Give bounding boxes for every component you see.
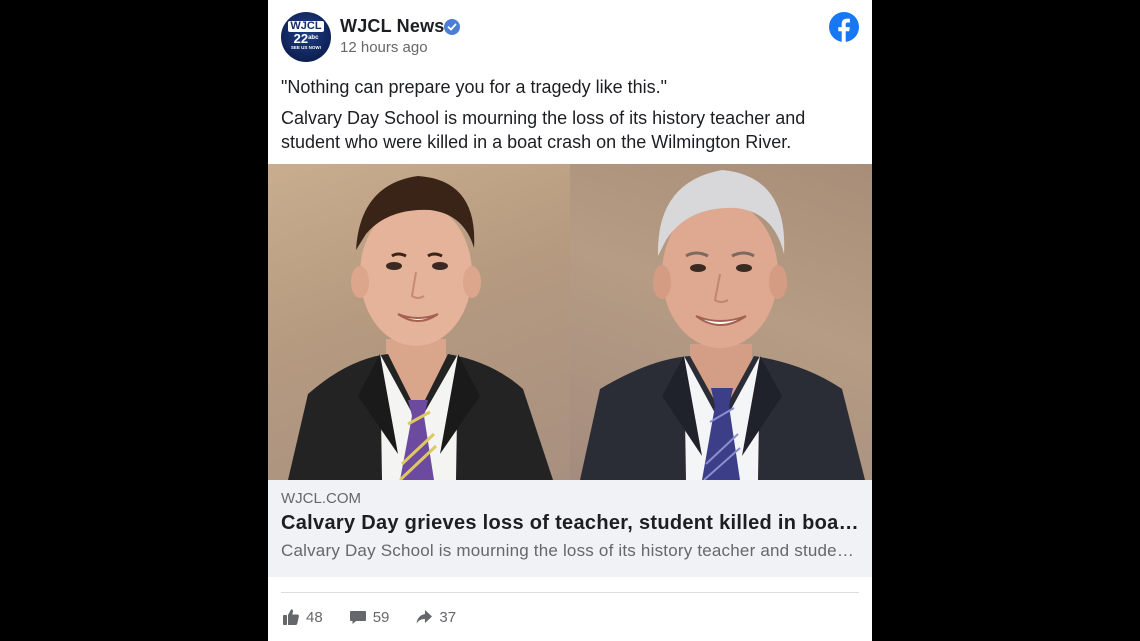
like-count: 48 [306, 608, 323, 626]
comment-bubble-icon [349, 611, 366, 624]
avatar-logo-tagline: SEE US NOW! [290, 44, 322, 50]
page-avatar[interactable]: WJCL 22abc SEE US NOW! [281, 12, 331, 62]
link-preview-domain: WJCL.COM [281, 490, 361, 507]
page-name[interactable]: WJCL News [340, 16, 445, 37]
post-quote: "Nothing can prepare you for a tragedy l… [281, 77, 667, 97]
comment-action[interactable]: 59 [349, 608, 390, 626]
facebook-post-card: WJCL 22abc SEE US NOW! WJCL News 12 hour… [268, 0, 872, 641]
student-portrait-image [268, 164, 570, 480]
facebook-icon[interactable] [829, 12, 859, 42]
link-preview-description: Calvary Day School is mourning the loss … [281, 541, 859, 560]
avatar-logo-number: 22abc [293, 30, 319, 46]
post-photo[interactable] [268, 164, 872, 480]
share-action[interactable]: 37 [415, 608, 456, 626]
post-header: WJCL 22abc SEE US NOW! WJCL News 12 hour… [268, 0, 872, 66]
teacher-portrait-image [570, 164, 872, 480]
comment-count: 59 [372, 608, 390, 626]
engagement-bar: 48 59 37 [282, 604, 482, 630]
share-arrow-icon [416, 610, 433, 624]
verified-badge-icon [444, 19, 460, 35]
like-action[interactable]: 48 [282, 608, 323, 626]
link-preview-title[interactable]: Calvary Day grieves loss of teacher, stu… [281, 512, 861, 535]
post-timestamp[interactable]: 12 hours ago [340, 39, 428, 56]
actions-divider [281, 592, 859, 593]
post-body-text: Calvary Day School is mourning the loss … [281, 108, 806, 152]
link-preview[interactable]: WJCL.COM Calvary Day grieves loss of tea… [268, 480, 872, 577]
thumbs-up-icon [283, 609, 299, 625]
share-count: 37 [439, 608, 457, 626]
